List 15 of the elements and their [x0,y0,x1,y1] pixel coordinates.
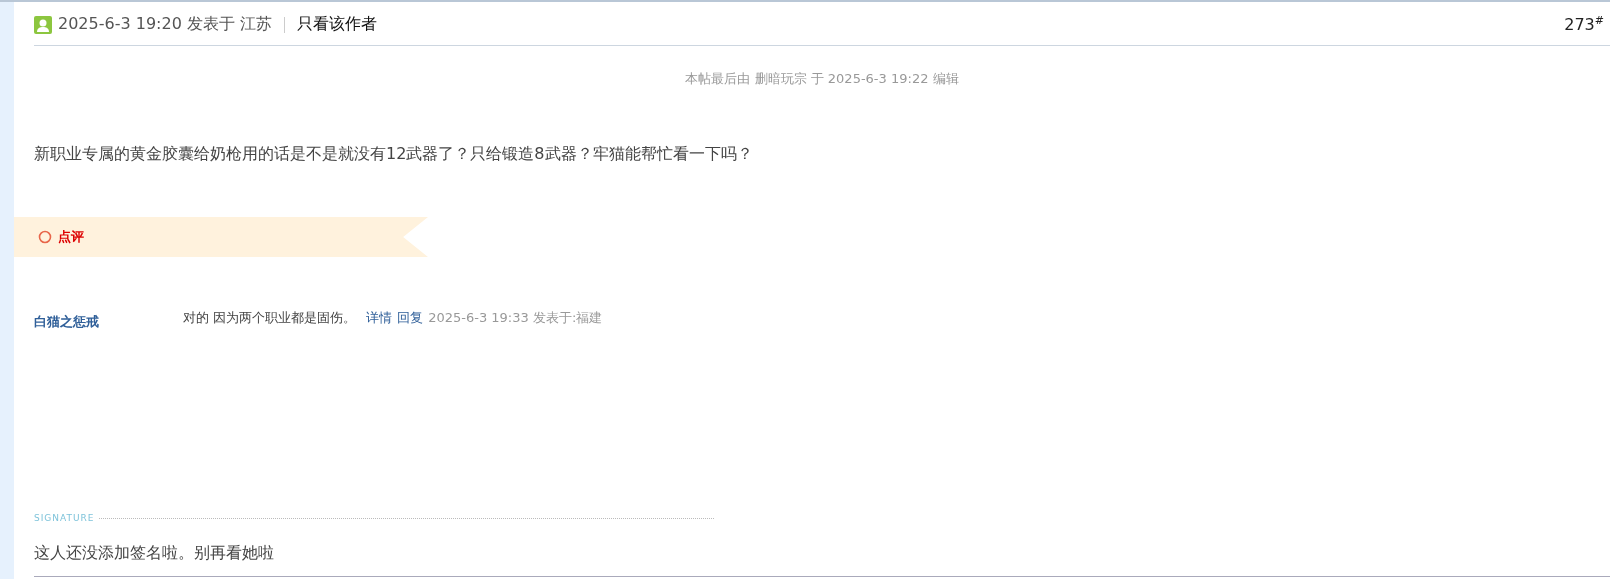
comment-user[interactable]: 白猫之惩戒 [34,313,183,331]
comment-meta: 2025-6-3 19:33 发表于:福建 [428,309,603,327]
edit-note: 本帖最后由 删暗玩宗 于 2025-6-3 19:22 编辑 [684,70,960,88]
detail-link[interactable]: 详情 [366,309,393,327]
comment-title: 点评 [58,228,84,246]
author-only-link[interactable]: 只看该作者 [297,14,377,35]
signature-label: SIGNATURE [34,513,95,523]
user-icon [34,15,52,34]
reply-link[interactable]: 回复 [397,309,424,327]
signature-text: 这人还没添加签名啦。别再看她啦 [34,543,1610,577]
post-time: 2025-6-3 19:20 发表于 江苏 [58,14,272,35]
floor-number: 273$^{#}$ [1564,14,1604,35]
comment-text: 对的 因为两个职业都是固伤。 [183,309,357,327]
post-body: 新职业专属的黄金胶囊给奶枪用的话是不是就没有12武器了？只给锻造8武器？牢猫能帮忙看一下吗？ [34,144,754,165]
circle-icon [38,230,52,244]
